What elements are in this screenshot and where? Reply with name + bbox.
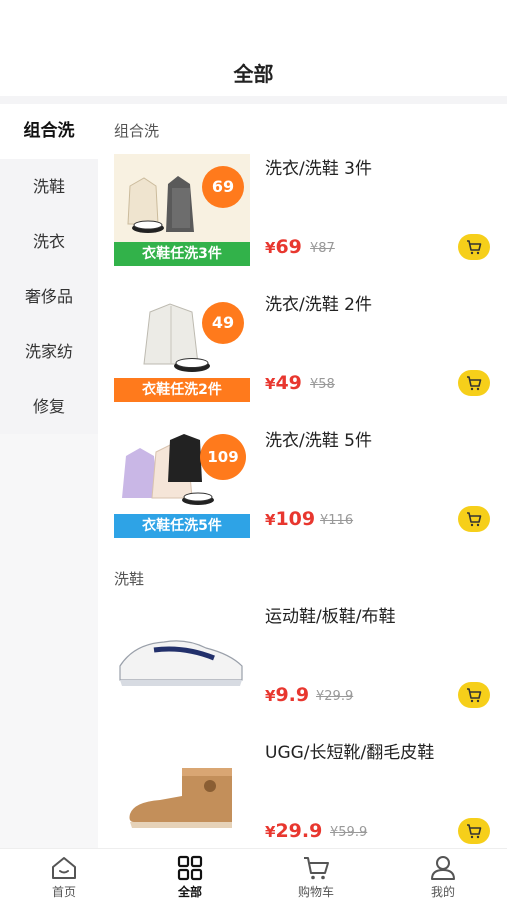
original-price: ¥58: [310, 377, 335, 392]
sidebar-item-repair[interactable]: 修复: [0, 379, 98, 434]
sidebar-item-combo-wash[interactable]: 组合洗: [0, 104, 98, 159]
cart-icon: [467, 688, 482, 703]
cart-icon: [304, 857, 329, 880]
sidebar-item-home-textiles[interactable]: 洗家纺: [0, 324, 98, 379]
product-card[interactable]: 运动鞋/板鞋/布鞋 ¥9.9 ¥29.9: [114, 602, 504, 714]
add-to-cart-button[interactable]: [458, 234, 490, 260]
price-value: 49: [275, 372, 302, 394]
add-to-cart-button[interactable]: [458, 682, 490, 708]
header-divider: [0, 96, 507, 104]
product-name: 洗衣/洗鞋 3件: [265, 159, 372, 179]
cart-icon: [467, 824, 482, 839]
currency-symbol: ¥: [265, 511, 276, 529]
product-card[interactable]: 69 衣鞋任洗3件 洗衣/洗鞋 3件 ¥69 ¥87: [114, 154, 504, 266]
page-title: 全部: [233, 62, 274, 86]
original-price: ¥87: [310, 241, 335, 256]
original-price: ¥59.9: [330, 825, 368, 840]
home-icon: [52, 857, 76, 879]
promo-banner: 衣鞋任洗3件: [114, 242, 250, 266]
tab-all[interactable]: 全部: [127, 849, 253, 901]
currency-symbol: ¥: [265, 375, 276, 393]
cart-icon: [467, 512, 482, 527]
original-price: ¥116: [320, 513, 354, 528]
product-card[interactable]: 109 衣鞋任洗5件 洗衣/洗鞋 5件 ¥109 ¥116: [114, 426, 504, 538]
product-name: 洗衣/洗鞋 2件: [265, 295, 372, 315]
sidebar-item-shoe-wash[interactable]: 洗鞋: [0, 159, 98, 214]
product-name: 运动鞋/板鞋/布鞋: [265, 607, 396, 627]
promo-price-badge: 109: [200, 434, 246, 480]
tab-label: 全部: [177, 885, 202, 899]
top-bar: 全部: [0, 0, 507, 96]
jackets-and-sneakers-image: 109 衣鞋任洗5件: [114, 426, 250, 538]
clothes-and-shoes-image: 69 衣鞋任洗3件: [114, 154, 250, 266]
product-price: ¥69: [265, 236, 302, 258]
puffer-jacket-and-sneakers-image: 49 衣鞋任洗2件: [114, 290, 250, 402]
product-price: ¥29.9: [265, 820, 322, 842]
suede-boot-image-illustration: [114, 738, 250, 848]
sidebar-item-luxury[interactable]: 奢侈品: [0, 269, 98, 324]
promo-banner: 衣鞋任洗5件: [114, 514, 250, 538]
bottom-tab-bar: 首页 全部 购物车 我的: [0, 848, 507, 901]
add-to-cart-button[interactable]: [458, 818, 490, 844]
promo-price-badge: 49: [202, 302, 244, 344]
tab-home[interactable]: 首页: [1, 849, 127, 901]
tab-cart[interactable]: 购物车: [253, 849, 379, 901]
product-name: UGG/长短靴/翻毛皮鞋: [265, 743, 435, 763]
white-sneaker-image-illustration: [114, 602, 250, 714]
currency-symbol: ¥: [265, 239, 276, 257]
tab-profile[interactable]: 我的: [380, 849, 506, 901]
price-value: 69: [275, 236, 302, 258]
sidebar-empty-area: [0, 434, 98, 848]
product-price: ¥9.9: [265, 684, 309, 706]
price-value: 29.9: [275, 820, 323, 842]
currency-symbol: ¥: [265, 687, 276, 705]
sidebar-item-clothes-wash[interactable]: 洗衣: [0, 214, 98, 269]
section-title-combo-wash: 组合洗: [114, 122, 160, 140]
promo-price-badge: 69: [202, 166, 244, 208]
product-card[interactable]: UGG/长短靴/翻毛皮鞋 ¥29.9 ¥59.9: [114, 738, 504, 848]
product-name: 洗衣/洗鞋 5件: [265, 431, 372, 451]
category-sidebar: 组合洗 洗鞋 洗衣 奢侈品 洗家纺 修复: [0, 104, 98, 848]
cart-icon: [467, 240, 482, 255]
price-value: 109: [275, 508, 316, 530]
tab-label: 首页: [51, 885, 76, 899]
product-price: ¥49: [265, 372, 302, 394]
section-title-shoe-wash: 洗鞋: [114, 570, 145, 588]
grid-icon: [177, 855, 203, 881]
promo-banner: 衣鞋任洗2件: [114, 378, 250, 402]
product-card[interactable]: 49 衣鞋任洗2件 洗衣/洗鞋 2件 ¥49 ¥58: [114, 290, 504, 402]
price-value: 9.9: [275, 684, 310, 706]
cart-icon: [467, 376, 482, 391]
currency-symbol: ¥: [265, 823, 276, 841]
product-list[interactable]: 组合洗 69 衣鞋任洗3件 洗衣/洗鞋 3件 ¥69 ¥87 49 衣鞋任洗2件…: [98, 104, 507, 848]
white-sneaker-image: [114, 602, 250, 714]
original-price: ¥29.9: [316, 689, 354, 704]
tab-label: 购物车: [297, 885, 334, 899]
user-icon: [431, 856, 455, 880]
product-price: ¥109: [265, 508, 315, 530]
suede-boot-image: [114, 738, 250, 848]
add-to-cart-button[interactable]: [458, 370, 490, 396]
add-to-cart-button[interactable]: [458, 506, 490, 532]
tab-label: 我的: [430, 885, 455, 899]
